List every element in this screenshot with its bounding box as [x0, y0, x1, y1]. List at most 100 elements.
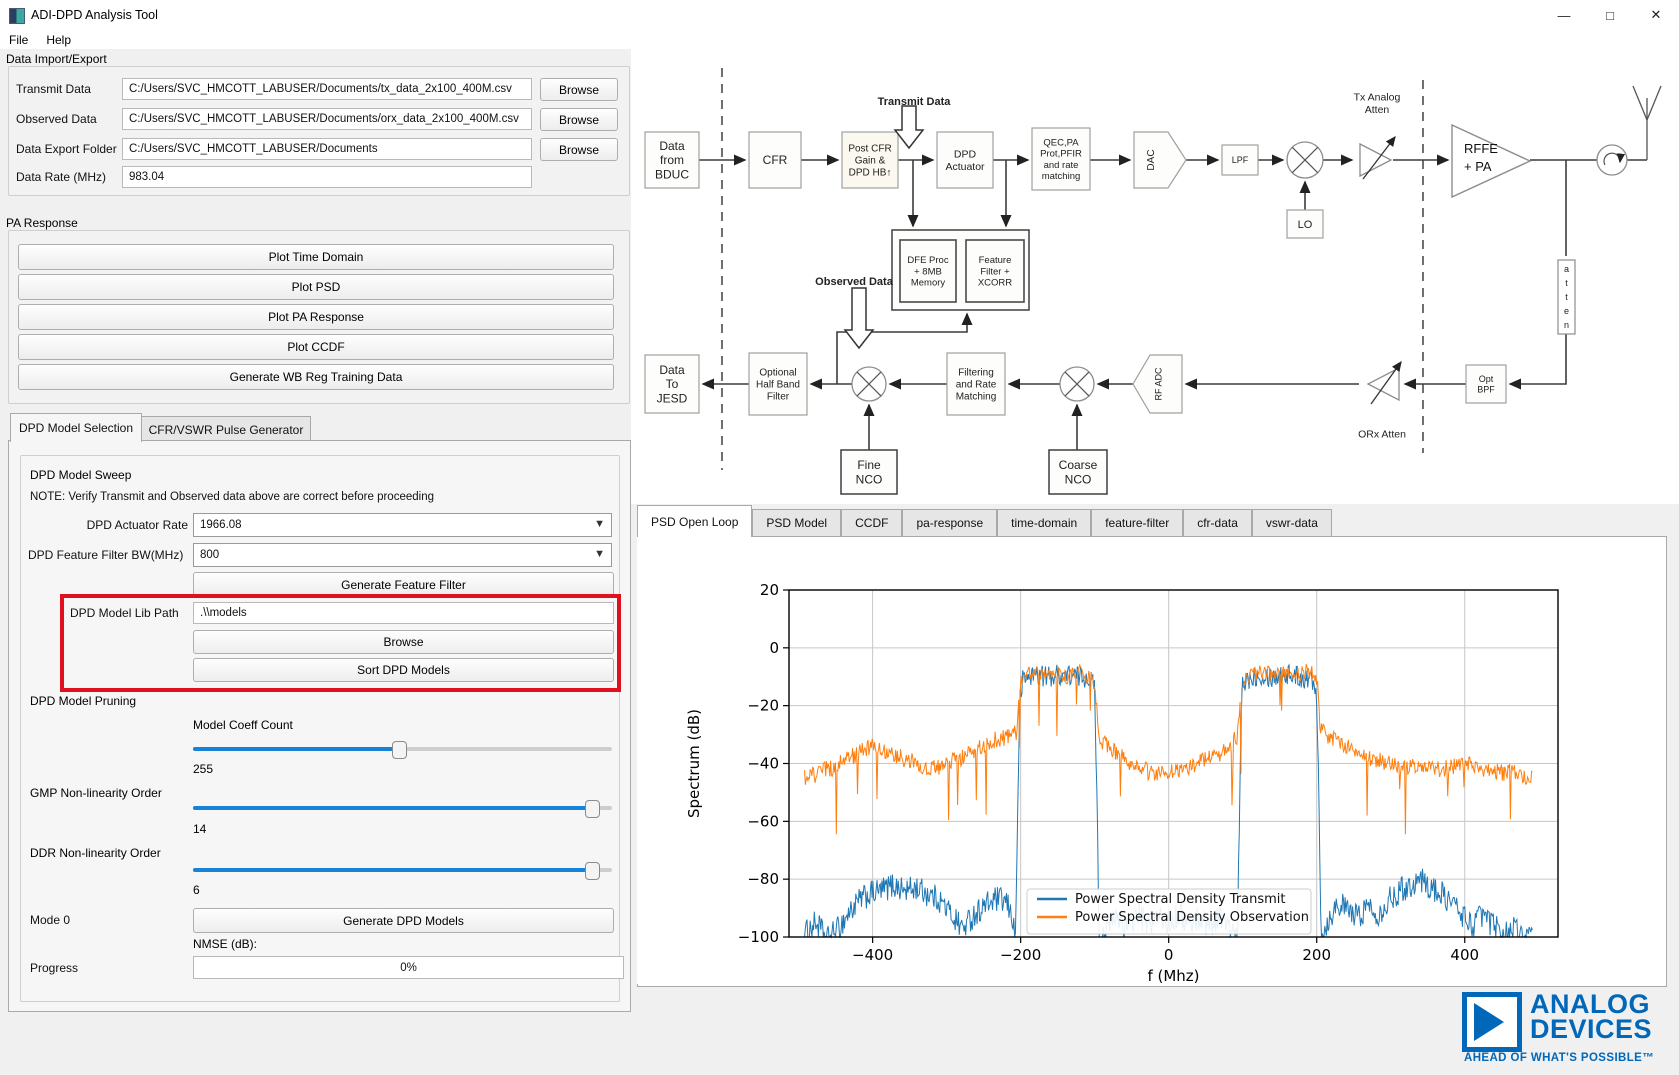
psd-open-loop-chart: 200−20−40−60−80−100−400−2000200400f (Mhz…	[637, 537, 1665, 984]
signal-chain-diagram: DatafromBDUCCFRPost CFRGain &DPD HB↑DPDA…	[637, 48, 1675, 508]
progress-bar: 0%	[193, 956, 624, 979]
svg-text:QEC,PAProt,PFIRand ratematchin: QEC,PAProt,PFIRand ratematching	[1040, 138, 1082, 183]
menu-file[interactable]: File	[0, 33, 37, 47]
adi-word-devices: DEVICES	[1530, 1017, 1652, 1042]
svg-text:FeatureFilter +XCORR: FeatureFilter +XCORR	[978, 255, 1012, 288]
generate-dpd-models-button[interactable]: Generate DPD Models	[193, 908, 614, 933]
svg-text:OptBPF: OptBPF	[1477, 374, 1495, 395]
svg-text:RFFE: RFFE	[1464, 141, 1498, 156]
dpd-model-sweep-label: DPD Model Sweep	[30, 468, 131, 482]
svg-text:n: n	[1564, 320, 1569, 330]
observed-data-input[interactable]: C:/Users/SVC_HMCOTT_LABUSER/Documents/or…	[122, 108, 532, 130]
menu-help[interactable]: Help	[37, 33, 80, 47]
plot-time-domain-button[interactable]: Plot Time Domain	[18, 244, 614, 270]
gmp-order-value: 14	[193, 822, 206, 836]
chart-tab-psd-open-loop[interactable]: PSD Open Loop	[637, 505, 752, 538]
svg-text:Filteringand RateMatching: Filteringand RateMatching	[956, 368, 997, 403]
close-button[interactable]: ✕	[1633, 0, 1679, 30]
y-tick-label: 0	[769, 639, 779, 657]
x-tick-label: 0	[1164, 946, 1174, 964]
model-coeff-count-label: Model Coeff Count	[193, 718, 293, 732]
dpd-feature-filter-bw-value: 800	[200, 549, 219, 561]
adi-triangle-icon	[1462, 992, 1522, 1052]
gmp-order-label: GMP Non-linearity Order	[30, 786, 162, 800]
chart-tab-ccdf[interactable]: CCDF	[841, 509, 902, 537]
svg-text:ORx Atten: ORx Atten	[1358, 429, 1406, 441]
svg-text:DAC: DAC	[1146, 149, 1157, 170]
ddr-order-slider[interactable]	[193, 868, 612, 872]
legend-observation: Power Spectral Density Observation	[1075, 910, 1309, 925]
ddr-order-label: DDR Non-linearity Order	[30, 846, 161, 860]
browse-models-button[interactable]: Browse	[193, 630, 614, 654]
y-tick-label: −20	[747, 697, 779, 715]
sort-dpd-models-button[interactable]: Sort DPD Models	[193, 658, 614, 682]
chart-tab-psd-model[interactable]: PSD Model	[752, 509, 841, 537]
import-row-label-0: Transmit Data	[16, 78, 91, 100]
progress-label: Progress	[30, 956, 78, 979]
dpd-actuator-rate-combo[interactable]: 1966.08 ▼	[193, 513, 612, 537]
tab-dpd-model-selection[interactable]: DPD Model Selection	[10, 413, 142, 442]
adi-wordmark: ANALOG DEVICES	[1530, 992, 1652, 1042]
transmit-data-input[interactable]: C:/Users/SVC_HMCOTT_LABUSER/Documents/tx…	[122, 78, 532, 100]
import-row-label-2: Data Export Folder	[16, 138, 117, 160]
chevron-down-icon[interactable]: ▼	[594, 548, 605, 560]
plot-psd-button[interactable]: Plot PSD	[18, 274, 614, 300]
analog-devices-logo: ANALOG DEVICES	[1462, 992, 1652, 1052]
app-icon	[9, 8, 25, 24]
slider-fill	[193, 806, 597, 810]
observed-data-arrow	[845, 288, 873, 348]
tab-cfr-vswr-pulse-generator[interactable]: CFR/VSWR Pulse Generator	[141, 416, 311, 443]
slider-thumb[interactable]	[585, 800, 600, 818]
verify-note: NOTE: Verify Transmit and Observed data …	[30, 491, 434, 503]
x-tick-label: −400	[852, 946, 893, 964]
menu-bar: FileHelp	[0, 30, 1679, 49]
minimize-button[interactable]: —	[1541, 0, 1587, 30]
x-axis-label: f (Mhz)	[1147, 967, 1199, 984]
chart-tab-pa-response[interactable]: pa-response	[902, 509, 997, 537]
data-rate-input[interactable]: 983.04	[122, 166, 532, 188]
pa-response-section-label: PA Response	[6, 216, 78, 230]
svg-text:CFR: CFR	[763, 153, 788, 167]
dpd-model-lib-path-input[interactable]: .\\models	[193, 602, 614, 624]
dpd-feature-filter-bw-label: DPD Feature Filter BW(MHz)	[28, 544, 183, 566]
dpd-model-lib-path-label: DPD Model Lib Path	[70, 602, 179, 624]
x-tick-label: 400	[1450, 946, 1479, 964]
y-tick-label: −60	[747, 812, 779, 830]
data-export-folder-input[interactable]: C:/Users/SVC_HMCOTT_LABUSER/Documents	[122, 138, 532, 160]
app-window: ADI-DPD Analysis Tool —□✕ FileHelp Data …	[0, 0, 1679, 1075]
chart-tab-vswr-data[interactable]: vswr-data	[1252, 509, 1332, 537]
slider-thumb[interactable]	[392, 741, 407, 759]
legend-transmit: Power Spectral Density Transmit	[1075, 892, 1286, 907]
generate-wb-reg-training-data-button[interactable]: Generate WB Reg Training Data	[18, 364, 614, 390]
title-bar	[0, 0, 1679, 30]
y-tick-label: −40	[747, 755, 779, 773]
browse-button-2[interactable]: Browse	[540, 138, 618, 161]
slider-thumb[interactable]	[585, 862, 600, 880]
adi-tagline: AHEAD OF WHAT'S POSSIBLE™	[1464, 1052, 1654, 1064]
chart-tab-time-domain[interactable]: time-domain	[997, 509, 1091, 537]
dpd-feature-filter-bw-combo[interactable]: 800 ▼	[193, 543, 612, 567]
svg-text:e: e	[1564, 306, 1569, 316]
chart-tab-feature-filter[interactable]: feature-filter	[1091, 509, 1183, 537]
svg-text:Tx AnalogAtten: Tx AnalogAtten	[1354, 91, 1401, 115]
nmse-label: NMSE (dB):	[193, 937, 257, 951]
maximize-button[interactable]: □	[1587, 0, 1633, 30]
chevron-down-icon[interactable]: ▼	[594, 518, 605, 530]
import-row-label-1: Observed Data	[16, 108, 97, 130]
plot-ccdf-button[interactable]: Plot CCDF	[18, 334, 614, 360]
gmp-order-slider[interactable]	[193, 806, 612, 810]
chart-tab-cfr-data[interactable]: cfr-data	[1183, 509, 1252, 537]
x-tick-label: −200	[1000, 946, 1041, 964]
model-coeff-count-value: 255	[193, 762, 213, 776]
plot-pa-response-button[interactable]: Plot PA Response	[18, 304, 614, 330]
svg-text:LPF: LPF	[1232, 155, 1249, 165]
browse-button-1[interactable]: Browse	[540, 108, 618, 131]
y-tick-label: −80	[747, 870, 779, 888]
mode-label: Mode 0	[30, 908, 70, 931]
data-rate-label: Data Rate (MHz)	[16, 166, 106, 188]
model-coeff-count-slider[interactable]	[193, 747, 612, 751]
dpd-actuator-rate-label: DPD Actuator Rate	[60, 514, 188, 536]
generate-feature-filter-button[interactable]: Generate Feature Filter	[193, 572, 614, 597]
svg-text:+ PA: + PA	[1464, 159, 1492, 174]
browse-button-0[interactable]: Browse	[540, 78, 618, 101]
